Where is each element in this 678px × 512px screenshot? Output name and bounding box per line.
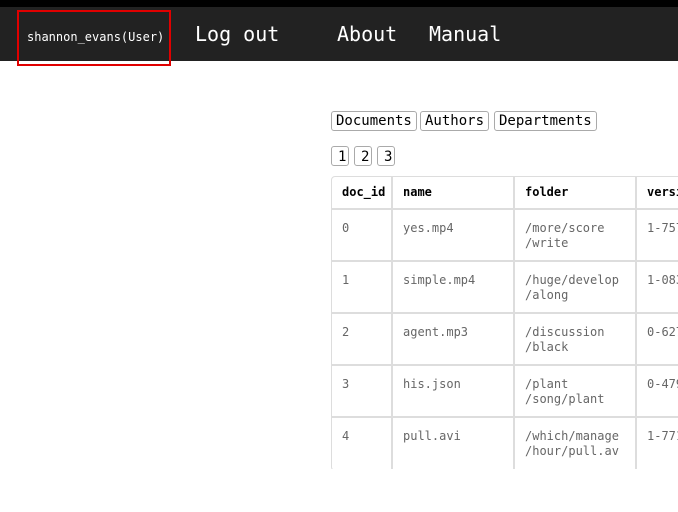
logout-link[interactable]: Log out: [195, 22, 279, 46]
folder-line: /huge/develop: [525, 273, 619, 287]
table-row[interactable]: 4 pull.avi /which/manage/hour/pull.av 1-…: [332, 418, 678, 469]
header-version[interactable]: version: [637, 177, 678, 210]
cell-version: 0-627: [637, 314, 678, 366]
manual-link[interactable]: Manual: [429, 22, 501, 46]
folder-line: /more/score: [525, 221, 605, 235]
documents-table-container: doc_id name folder version 0 yes.mp4 /mo…: [331, 176, 678, 469]
departments-button[interactable]: Departments: [494, 111, 597, 131]
documents-button[interactable]: Documents: [331, 111, 417, 131]
folder-line: /black: [525, 340, 569, 354]
cell-folder: /plant/song/plant: [515, 366, 637, 418]
table-row[interactable]: 3 his.json /plant/song/plant 0-479: [332, 366, 678, 418]
table-row[interactable]: 1 simple.mp4 /huge/develop/along 1-083: [332, 262, 678, 314]
user-label[interactable]: shannon_evans(User): [27, 30, 164, 44]
about-link[interactable]: About: [337, 22, 397, 46]
cell-folder: /more/score/write: [515, 210, 637, 262]
header-folder[interactable]: folder: [515, 177, 637, 210]
page-1-button[interactable]: 1: [331, 146, 349, 166]
top-strip: [0, 0, 678, 7]
folder-line: /hour/pull.av: [525, 444, 619, 458]
cell-doc-id: 0: [332, 210, 393, 262]
folder-line: /which/manage: [525, 429, 619, 443]
folder-line: /plant: [525, 377, 569, 391]
cell-name: agent.mp3: [393, 314, 515, 366]
cell-name: his.json: [393, 366, 515, 418]
cell-doc-id: 4: [332, 418, 393, 469]
cell-folder: /which/manage/hour/pull.av: [515, 418, 637, 469]
cell-name: yes.mp4: [393, 210, 515, 262]
authors-button[interactable]: Authors: [420, 111, 490, 131]
folder-line: /discussion: [525, 325, 605, 339]
cell-doc-id: 1: [332, 262, 393, 314]
folder-line: /song/plant: [525, 392, 605, 406]
page-2-button[interactable]: 2: [354, 146, 372, 166]
folder-line: /write: [525, 236, 569, 250]
page-3-button[interactable]: 3: [377, 146, 395, 166]
cell-doc-id: 3: [332, 366, 393, 418]
cell-folder: /huge/develop/along: [515, 262, 637, 314]
cell-version: 1-757: [637, 210, 678, 262]
table-header-row: doc_id name folder version: [332, 177, 678, 210]
cell-folder: /discussion/black: [515, 314, 637, 366]
cell-version: 0-479: [637, 366, 678, 418]
header-name[interactable]: name: [393, 177, 515, 210]
documents-table: doc_id name folder version 0 yes.mp4 /mo…: [331, 176, 678, 469]
cell-name: pull.avi: [393, 418, 515, 469]
table-row[interactable]: 0 yes.mp4 /more/score/write 1-757: [332, 210, 678, 262]
cell-version: 1-083: [637, 262, 678, 314]
table-row[interactable]: 2 agent.mp3 /discussion/black 0-627: [332, 314, 678, 366]
cell-name: simple.mp4: [393, 262, 515, 314]
header-doc-id[interactable]: doc_id: [332, 177, 393, 210]
folder-line: /along: [525, 288, 569, 302]
cell-version: 1-771: [637, 418, 678, 469]
cell-doc-id: 2: [332, 314, 393, 366]
